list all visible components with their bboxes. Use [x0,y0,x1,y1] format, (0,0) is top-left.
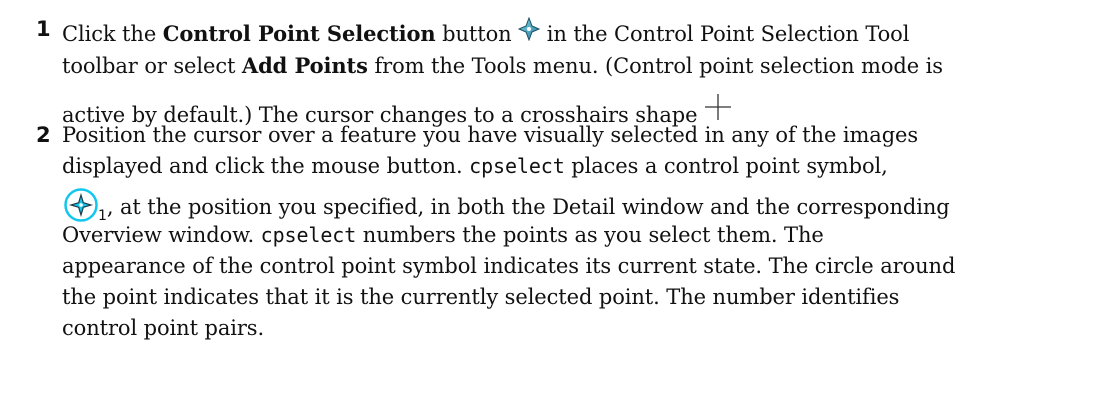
step-text: Position the cursor over a feature you h… [62,120,1102,344]
step-number: 2 [36,123,51,147]
crosshair-icon [704,93,732,121]
text-run: in the Control Point Selection Tool [540,22,910,46]
text-line: Position the cursor over a feature you h… [62,123,919,147]
text-run: displayed and click the mouse button. [62,154,470,178]
text-line: control point pairs. [62,316,265,340]
text-run: places a control point symbol, [564,154,888,178]
text-line: appearance of the control point symbol i… [62,254,956,278]
step-text: Click the Control Point Selection button… [62,16,1102,131]
code-term: cpselect [469,154,565,178]
text-run: , at the position you specified, in both… [106,195,950,219]
text-line: toolbar or select Add Points from the To… [62,50,1102,82]
step-number: 1 [36,17,51,41]
text-run: Click the [62,22,163,46]
control-point-selection-icon [517,16,541,43]
text-run: Overview window. [62,223,261,247]
code-term: cpselect [260,223,357,247]
text-run: button [435,22,519,46]
text-run: toolbar or select [62,54,242,78]
text-line: displayed and click the mouse button. cp… [62,151,1102,182]
text-run: from the Tools menu. (Control point sele… [367,54,943,78]
text-run: numbers the points as you select them. T… [356,223,824,247]
text-line: Click the Control Point Selection button… [62,16,1102,50]
text-line: Overview window. cpselect numbers the po… [62,220,1102,251]
text-line: the point indicates that it is the curre… [62,285,900,309]
bold-term: Control Point Selection [162,21,436,46]
bold-term: Add Points [241,53,368,78]
